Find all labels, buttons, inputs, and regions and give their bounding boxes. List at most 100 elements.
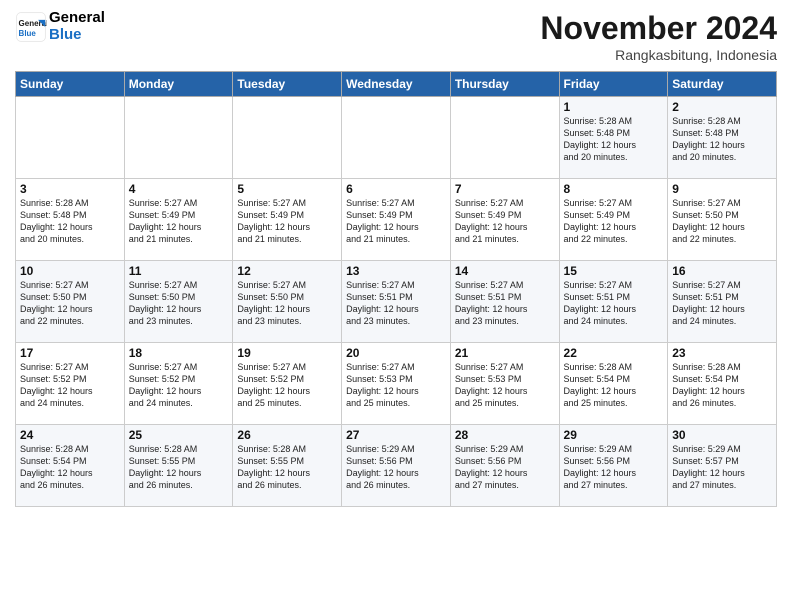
calendar-cell: 25Sunrise: 5:28 AM Sunset: 5:55 PM Dayli… bbox=[124, 425, 233, 507]
calendar-cell: 1Sunrise: 5:28 AM Sunset: 5:48 PM Daylig… bbox=[559, 97, 668, 179]
logo: General Blue General Blue bbox=[15, 10, 105, 43]
calendar-cell: 3Sunrise: 5:28 AM Sunset: 5:48 PM Daylig… bbox=[16, 179, 125, 261]
day-info: Sunrise: 5:28 AM Sunset: 5:54 PM Dayligh… bbox=[672, 361, 772, 410]
day-number: 27 bbox=[346, 428, 446, 442]
day-info: Sunrise: 5:27 AM Sunset: 5:51 PM Dayligh… bbox=[672, 279, 772, 328]
logo-blue: Blue bbox=[49, 27, 105, 44]
day-number: 12 bbox=[237, 264, 337, 278]
col-header-sunday: Sunday bbox=[16, 72, 125, 97]
calendar-cell: 4Sunrise: 5:27 AM Sunset: 5:49 PM Daylig… bbox=[124, 179, 233, 261]
day-info: Sunrise: 5:27 AM Sunset: 5:52 PM Dayligh… bbox=[237, 361, 337, 410]
day-info: Sunrise: 5:28 AM Sunset: 5:54 PM Dayligh… bbox=[20, 443, 120, 492]
logo-icon: General Blue bbox=[15, 11, 47, 43]
calendar-week-4: 17Sunrise: 5:27 AM Sunset: 5:52 PM Dayli… bbox=[16, 343, 777, 425]
day-info: Sunrise: 5:28 AM Sunset: 5:48 PM Dayligh… bbox=[564, 115, 664, 164]
day-number: 22 bbox=[564, 346, 664, 360]
day-number: 29 bbox=[564, 428, 664, 442]
day-number: 3 bbox=[20, 182, 120, 196]
day-info: Sunrise: 5:28 AM Sunset: 5:55 PM Dayligh… bbox=[237, 443, 337, 492]
calendar-header-row: SundayMondayTuesdayWednesdayThursdayFrid… bbox=[16, 72, 777, 97]
day-info: Sunrise: 5:27 AM Sunset: 5:51 PM Dayligh… bbox=[455, 279, 555, 328]
calendar-week-3: 10Sunrise: 5:27 AM Sunset: 5:50 PM Dayli… bbox=[16, 261, 777, 343]
day-number: 2 bbox=[672, 100, 772, 114]
svg-text:Blue: Blue bbox=[19, 28, 37, 37]
day-info: Sunrise: 5:27 AM Sunset: 5:53 PM Dayligh… bbox=[346, 361, 446, 410]
calendar-cell: 26Sunrise: 5:28 AM Sunset: 5:55 PM Dayli… bbox=[233, 425, 342, 507]
calendar-cell: 27Sunrise: 5:29 AM Sunset: 5:56 PM Dayli… bbox=[342, 425, 451, 507]
calendar-cell: 19Sunrise: 5:27 AM Sunset: 5:52 PM Dayli… bbox=[233, 343, 342, 425]
calendar-cell: 20Sunrise: 5:27 AM Sunset: 5:53 PM Dayli… bbox=[342, 343, 451, 425]
day-info: Sunrise: 5:27 AM Sunset: 5:51 PM Dayligh… bbox=[564, 279, 664, 328]
calendar-week-1: 1Sunrise: 5:28 AM Sunset: 5:48 PM Daylig… bbox=[16, 97, 777, 179]
calendar-cell bbox=[124, 97, 233, 179]
day-info: Sunrise: 5:28 AM Sunset: 5:48 PM Dayligh… bbox=[672, 115, 772, 164]
location-subtitle: Rangkasbitung, Indonesia bbox=[540, 47, 777, 63]
calendar-cell: 23Sunrise: 5:28 AM Sunset: 5:54 PM Dayli… bbox=[668, 343, 777, 425]
col-header-saturday: Saturday bbox=[668, 72, 777, 97]
calendar-cell: 6Sunrise: 5:27 AM Sunset: 5:49 PM Daylig… bbox=[342, 179, 451, 261]
day-number: 24 bbox=[20, 428, 120, 442]
day-info: Sunrise: 5:28 AM Sunset: 5:54 PM Dayligh… bbox=[564, 361, 664, 410]
calendar-cell: 22Sunrise: 5:28 AM Sunset: 5:54 PM Dayli… bbox=[559, 343, 668, 425]
page-container: General Blue General Blue November 2024 … bbox=[0, 0, 792, 515]
header: General Blue General Blue November 2024 … bbox=[15, 10, 777, 63]
day-number: 30 bbox=[672, 428, 772, 442]
day-info: Sunrise: 5:27 AM Sunset: 5:49 PM Dayligh… bbox=[237, 197, 337, 246]
col-header-monday: Monday bbox=[124, 72, 233, 97]
title-block: November 2024 Rangkasbitung, Indonesia bbox=[540, 10, 777, 63]
day-info: Sunrise: 5:29 AM Sunset: 5:56 PM Dayligh… bbox=[455, 443, 555, 492]
calendar-cell: 18Sunrise: 5:27 AM Sunset: 5:52 PM Dayli… bbox=[124, 343, 233, 425]
day-number: 28 bbox=[455, 428, 555, 442]
day-info: Sunrise: 5:28 AM Sunset: 5:55 PM Dayligh… bbox=[129, 443, 229, 492]
day-number: 16 bbox=[672, 264, 772, 278]
day-number: 10 bbox=[20, 264, 120, 278]
calendar-cell: 11Sunrise: 5:27 AM Sunset: 5:50 PM Dayli… bbox=[124, 261, 233, 343]
day-info: Sunrise: 5:27 AM Sunset: 5:50 PM Dayligh… bbox=[20, 279, 120, 328]
day-info: Sunrise: 5:27 AM Sunset: 5:53 PM Dayligh… bbox=[455, 361, 555, 410]
day-number: 9 bbox=[672, 182, 772, 196]
calendar-cell: 29Sunrise: 5:29 AM Sunset: 5:56 PM Dayli… bbox=[559, 425, 668, 507]
day-number: 26 bbox=[237, 428, 337, 442]
day-number: 23 bbox=[672, 346, 772, 360]
day-info: Sunrise: 5:29 AM Sunset: 5:56 PM Dayligh… bbox=[564, 443, 664, 492]
day-info: Sunrise: 5:27 AM Sunset: 5:49 PM Dayligh… bbox=[455, 197, 555, 246]
day-info: Sunrise: 5:29 AM Sunset: 5:57 PM Dayligh… bbox=[672, 443, 772, 492]
calendar-cell: 14Sunrise: 5:27 AM Sunset: 5:51 PM Dayli… bbox=[450, 261, 559, 343]
day-info: Sunrise: 5:27 AM Sunset: 5:50 PM Dayligh… bbox=[129, 279, 229, 328]
calendar-cell bbox=[233, 97, 342, 179]
day-info: Sunrise: 5:27 AM Sunset: 5:51 PM Dayligh… bbox=[346, 279, 446, 328]
day-number: 19 bbox=[237, 346, 337, 360]
day-number: 8 bbox=[564, 182, 664, 196]
calendar-cell bbox=[16, 97, 125, 179]
calendar-cell: 5Sunrise: 5:27 AM Sunset: 5:49 PM Daylig… bbox=[233, 179, 342, 261]
calendar-cell: 7Sunrise: 5:27 AM Sunset: 5:49 PM Daylig… bbox=[450, 179, 559, 261]
day-number: 11 bbox=[129, 264, 229, 278]
day-info: Sunrise: 5:27 AM Sunset: 5:50 PM Dayligh… bbox=[237, 279, 337, 328]
day-info: Sunrise: 5:27 AM Sunset: 5:50 PM Dayligh… bbox=[672, 197, 772, 246]
day-number: 20 bbox=[346, 346, 446, 360]
calendar-cell: 13Sunrise: 5:27 AM Sunset: 5:51 PM Dayli… bbox=[342, 261, 451, 343]
calendar-week-5: 24Sunrise: 5:28 AM Sunset: 5:54 PM Dayli… bbox=[16, 425, 777, 507]
day-number: 18 bbox=[129, 346, 229, 360]
calendar-cell bbox=[450, 97, 559, 179]
calendar-table: SundayMondayTuesdayWednesdayThursdayFrid… bbox=[15, 71, 777, 507]
day-info: Sunrise: 5:29 AM Sunset: 5:56 PM Dayligh… bbox=[346, 443, 446, 492]
day-number: 14 bbox=[455, 264, 555, 278]
day-info: Sunrise: 5:27 AM Sunset: 5:52 PM Dayligh… bbox=[129, 361, 229, 410]
col-header-friday: Friday bbox=[559, 72, 668, 97]
day-info: Sunrise: 5:27 AM Sunset: 5:49 PM Dayligh… bbox=[346, 197, 446, 246]
calendar-cell: 8Sunrise: 5:27 AM Sunset: 5:49 PM Daylig… bbox=[559, 179, 668, 261]
day-info: Sunrise: 5:27 AM Sunset: 5:52 PM Dayligh… bbox=[20, 361, 120, 410]
calendar-week-2: 3Sunrise: 5:28 AM Sunset: 5:48 PM Daylig… bbox=[16, 179, 777, 261]
day-number: 15 bbox=[564, 264, 664, 278]
calendar-cell: 30Sunrise: 5:29 AM Sunset: 5:57 PM Dayli… bbox=[668, 425, 777, 507]
day-number: 6 bbox=[346, 182, 446, 196]
calendar-cell: 9Sunrise: 5:27 AM Sunset: 5:50 PM Daylig… bbox=[668, 179, 777, 261]
day-number: 25 bbox=[129, 428, 229, 442]
logo-general: General bbox=[49, 10, 105, 27]
calendar-cell: 28Sunrise: 5:29 AM Sunset: 5:56 PM Dayli… bbox=[450, 425, 559, 507]
calendar-cell: 16Sunrise: 5:27 AM Sunset: 5:51 PM Dayli… bbox=[668, 261, 777, 343]
month-title: November 2024 bbox=[540, 10, 777, 47]
calendar-cell: 17Sunrise: 5:27 AM Sunset: 5:52 PM Dayli… bbox=[16, 343, 125, 425]
calendar-cell: 21Sunrise: 5:27 AM Sunset: 5:53 PM Dayli… bbox=[450, 343, 559, 425]
